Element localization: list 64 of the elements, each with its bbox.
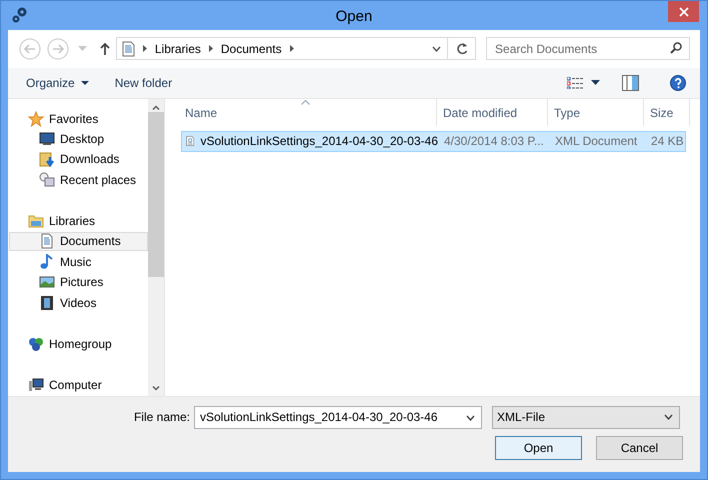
document-icon xyxy=(122,40,135,57)
close-icon xyxy=(678,6,688,16)
close-button[interactable] xyxy=(668,1,699,22)
caret-icon[interactable] xyxy=(591,80,600,86)
refresh-icon[interactable] xyxy=(456,42,468,56)
search-field[interactable]: Search Documents xyxy=(486,37,690,60)
navigation-item[interactable]: Pictures xyxy=(9,273,148,292)
toolbar-button[interactable]: Organize xyxy=(18,72,97,93)
film-icon xyxy=(39,294,55,311)
file-name-label: File name: xyxy=(132,410,191,424)
navigation-item[interactable]: Favorites xyxy=(9,110,148,128)
picture-icon xyxy=(39,274,55,290)
address-bar[interactable]: Libraries Documents xyxy=(116,37,476,60)
music-note-icon xyxy=(39,254,55,270)
navigation-item[interactable]: Desktop xyxy=(9,130,148,148)
help-icon[interactable] xyxy=(670,74,686,91)
table-cell-text: 4/30/2014 8:03 P... xyxy=(443,134,545,148)
table-cell-text: 24 KB xyxy=(650,134,685,148)
table-cell-text: XML Document xyxy=(554,134,638,148)
column-header[interactable]: Date modified xyxy=(437,98,548,126)
document-icon xyxy=(39,233,55,250)
dropdown-chevron-icon[interactable] xyxy=(466,414,475,420)
homegroup-icon xyxy=(28,336,44,352)
file-row[interactable]: vSolutionLinkSettings_2014-04-30_20-03-46 4/30/2014 8:03 P... XML Document 24 KB xyxy=(181,130,686,152)
navigation-item[interactable]: Homegroup xyxy=(9,334,148,354)
chevron-right-icon xyxy=(142,45,147,52)
preview-pane-icon[interactable] xyxy=(622,74,639,91)
navigation-item[interactable]: Libraries xyxy=(9,212,148,230)
download-folder-icon xyxy=(39,151,55,168)
monitor-icon xyxy=(39,131,55,148)
navigation-item[interactable]: Videos xyxy=(9,293,148,312)
computer-icon xyxy=(28,377,44,394)
column-header[interactable]: Type xyxy=(548,98,644,126)
navigation-item[interactable]: Documents xyxy=(9,232,148,251)
scroll-up-icon[interactable] xyxy=(152,104,160,110)
dialog-button[interactable]: Cancel xyxy=(596,436,683,460)
column-header[interactable]: Size xyxy=(644,98,690,126)
file-type-dropdown[interactable]: XML-File xyxy=(492,406,680,428)
window-title: Open xyxy=(336,8,372,25)
breadcrumb[interactable]: Documents xyxy=(220,42,282,56)
dialog-button[interactable]: Open xyxy=(495,436,582,460)
recent-places-icon xyxy=(39,172,55,188)
breadcrumb[interactable]: Libraries xyxy=(154,42,201,56)
scrollbar[interactable] xyxy=(148,98,164,396)
library-folder-icon xyxy=(28,213,44,230)
navigation-item[interactable]: Recent places xyxy=(9,170,148,189)
navigation-item[interactable]: Downloads xyxy=(9,150,148,169)
column-header[interactable]: Name xyxy=(165,98,437,126)
file-name: vSolutionLinkSettings_2014-04-30_20-03-46 xyxy=(200,134,438,148)
star-icon xyxy=(28,110,44,127)
chevron-right-icon xyxy=(208,45,213,52)
chevron-right-icon xyxy=(290,45,294,52)
search-icon[interactable] xyxy=(670,42,682,54)
navigation-item[interactable]: Computer xyxy=(9,376,148,394)
up-arrow-icon[interactable] xyxy=(100,42,110,56)
xml-file-icon xyxy=(186,133,194,149)
file-name-field[interactable]: vSolutionLinkSettings_2014-04-30_20-03-46 xyxy=(194,406,482,428)
scroll-down-icon[interactable] xyxy=(152,386,160,390)
gears-icon xyxy=(11,6,29,24)
navigation-item[interactable]: Music xyxy=(9,252,148,272)
dropdown-chevron-icon xyxy=(664,414,673,420)
toolbar-button[interactable]: New folder xyxy=(106,72,180,93)
view-options-icon[interactable] xyxy=(567,76,583,89)
dropdown-chevron-icon[interactable] xyxy=(432,46,442,52)
